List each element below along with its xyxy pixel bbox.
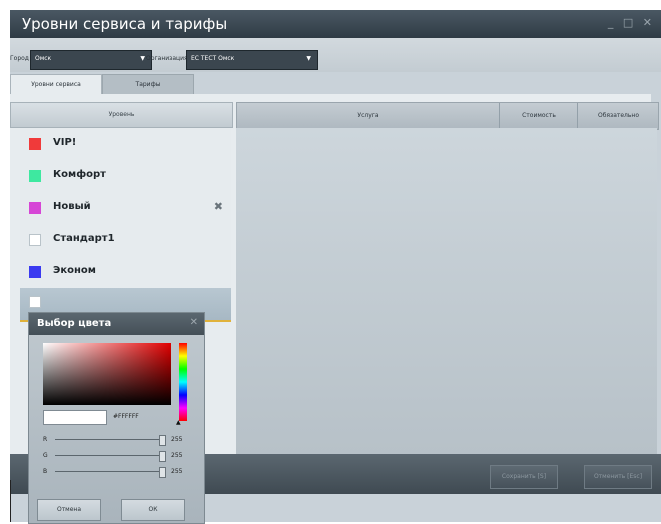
window-title: Уровни сервиса и тарифы (22, 15, 228, 33)
hex-value[interactable]: #FFFFFF (113, 413, 139, 420)
color-swatch[interactable] (29, 170, 41, 182)
org-value: ЕС ТЕСТ Омск (191, 55, 235, 62)
color-swatch[interactable] (29, 266, 41, 278)
hue-marker-icon[interactable]: ▲ (176, 419, 181, 426)
org-label: Организация (146, 55, 188, 62)
list-item[interactable]: Новый ✖ (20, 192, 231, 225)
list-item[interactable]: VIP! (20, 128, 231, 161)
slider-value: 255 (171, 452, 183, 459)
level-name: Новый (53, 201, 91, 212)
slider-g[interactable]: G 255 (43, 451, 193, 462)
slider-label: B (43, 468, 48, 475)
levels-header: Уровень (10, 102, 233, 128)
slider-b[interactable]: B 255 (43, 467, 193, 478)
color-swatch[interactable] (29, 202, 41, 214)
cancel-button[interactable]: Отменить [Esc] (584, 465, 652, 489)
city-value: Омск (35, 55, 52, 62)
slider-track[interactable] (55, 455, 160, 456)
save-button[interactable]: Сохранить [S] (490, 465, 558, 489)
window-controls[interactable]: _ □ ✕ (608, 16, 655, 29)
col-cost[interactable]: Стоимость (499, 103, 578, 129)
title-bar: Уровни сервиса и тарифы _ □ ✕ (10, 10, 661, 38)
col-required[interactable]: Обязательно (577, 103, 659, 129)
color-picker-dialog: Выбор цвета ✕ ▲ #FFFFFF R 255 G 255 B 25… (28, 312, 205, 524)
col-service[interactable]: Услуга (237, 103, 499, 129)
level-name: VIP! (53, 137, 77, 148)
color-preview (43, 410, 107, 425)
slider-value: 255 (171, 468, 183, 475)
dialog-cancel-button[interactable]: Отмена (37, 499, 101, 521)
org-select[interactable]: ЕС ТЕСТ Омск ▼ (186, 50, 318, 70)
level-name: Комфорт (53, 169, 106, 180)
services-grid-header: Услуга Стоимость Обязательно (236, 102, 659, 130)
slider-track[interactable] (55, 439, 160, 440)
dialog-ok-button[interactable]: ОК (121, 499, 185, 521)
slider-label: G (43, 452, 48, 459)
level-name: Эконом (53, 265, 96, 276)
hue-slider[interactable] (179, 343, 187, 421)
city-select[interactable]: Омск ▼ (30, 50, 152, 70)
list-item[interactable]: Эконом (20, 256, 231, 289)
slider-label: R (43, 436, 48, 443)
filter-bar: Город Омск ▼ Организация ЕС ТЕСТ Омск ▼ (10, 38, 661, 72)
chevron-down-icon: ▼ (140, 55, 145, 62)
slider-value: 255 (171, 436, 183, 443)
list-item[interactable]: Стандарт1 (20, 224, 231, 257)
services-grid-body (236, 128, 657, 454)
divider (10, 480, 11, 522)
dialog-title: Выбор цвета (37, 318, 112, 329)
close-icon[interactable]: ✕ (190, 317, 198, 328)
tab-service-levels[interactable]: Уровни сервиса (10, 74, 102, 96)
delete-icon[interactable]: ✖ (214, 200, 223, 213)
chevron-down-icon: ▼ (306, 55, 311, 62)
level-name: Стандарт1 (53, 233, 115, 244)
color-palette[interactable] (43, 343, 171, 405)
dialog-title-bar: Выбор цвета ✕ (29, 313, 204, 335)
slider-thumb[interactable] (159, 435, 166, 446)
city-label: Город (10, 55, 29, 62)
tab-tariffs[interactable]: Тарифы (102, 74, 194, 96)
list-item[interactable]: Комфорт (20, 160, 231, 193)
color-swatch[interactable] (29, 138, 41, 150)
slider-track[interactable] (55, 471, 160, 472)
slider-thumb[interactable] (159, 451, 166, 462)
color-swatch[interactable] (29, 296, 41, 308)
color-swatch[interactable] (29, 234, 41, 246)
slider-r[interactable]: R 255 (43, 435, 193, 446)
slider-thumb[interactable] (159, 467, 166, 478)
